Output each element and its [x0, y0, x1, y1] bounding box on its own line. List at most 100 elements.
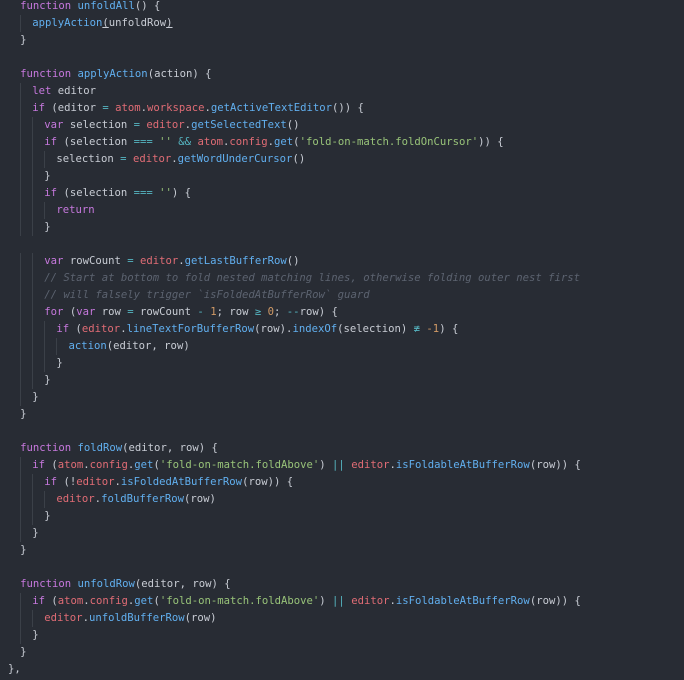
code-token: action [68, 340, 107, 352]
code-token: editor [351, 595, 390, 607]
code-line[interactable]: function foldRow(editor, row) { [0, 440, 684, 457]
code-token: () [286, 255, 300, 267]
code-line[interactable]: } [0, 644, 684, 661]
code-line[interactable]: var rowCount = editor.getLastBufferRow() [0, 253, 684, 270]
code-token: } [20, 646, 27, 658]
code-line[interactable]: if (!editor.isFoldedAtBufferRow(row)) { [0, 474, 684, 491]
code-token: // Start at bottom to fold nested matchi… [44, 272, 581, 284]
code-line[interactable]: } [0, 406, 684, 423]
code-line[interactable] [0, 49, 684, 66]
code-token: for [44, 306, 64, 318]
code-line[interactable]: } [0, 627, 684, 644]
code-line[interactable]: if (atom.config.get('fold-on-match.foldA… [0, 457, 684, 474]
code-token: (editor, row) [106, 340, 190, 352]
indent-guide [32, 134, 34, 151]
code-line[interactable]: } [0, 32, 684, 49]
code-line[interactable]: editor.foldBufferRow(row) [0, 491, 684, 508]
code-token: (editor [44, 102, 103, 114]
code-line[interactable]: function applyAction(action) { [0, 66, 684, 83]
code-token: ( [44, 595, 58, 607]
indent-guide [44, 491, 46, 508]
code-line[interactable] [0, 423, 684, 440]
code-line[interactable]: } [0, 372, 684, 389]
code-token: 'fold-on-match.foldOnCursor' [299, 136, 479, 148]
code-line[interactable]: if (selection === '' && atom.config.get(… [0, 134, 684, 151]
code-token: unfoldRow [108, 17, 167, 29]
code-line[interactable]: function unfoldRow(editor, row) { [0, 576, 684, 593]
code-token: config [89, 595, 128, 607]
code-token: atom [57, 459, 84, 471]
code-line[interactable]: } [0, 168, 684, 185]
code-token: editor [132, 153, 172, 165]
code-line[interactable]: } [0, 389, 684, 406]
code-token: ( [63, 306, 77, 318]
indent-guide [20, 202, 22, 219]
code-token: getSelectedText [191, 119, 287, 131]
code-editor[interactable]: function unfoldAll() {applyAction(unfold… [0, 0, 684, 680]
code-token: ; row [216, 306, 255, 318]
code-line[interactable]: }, [0, 661, 684, 678]
code-token: atom [115, 102, 141, 114]
code-token: if [32, 102, 45, 114]
code-token: () { [134, 0, 161, 12]
code-token: var [44, 255, 64, 267]
code-line[interactable] [0, 236, 684, 253]
code-token: getWordUnderCursor [177, 153, 293, 165]
code-line[interactable]: // will falsely trigger `isFoldedAtBuffe… [0, 287, 684, 304]
code-line[interactable]: } [0, 355, 684, 372]
code-line[interactable]: } [0, 525, 684, 542]
code-token: (editor, row) { [134, 578, 231, 590]
indent-guide [56, 338, 58, 355]
indent-guide [20, 627, 22, 644]
indent-guide [20, 168, 22, 185]
code-token: editor [146, 119, 185, 131]
code-token: getActiveTextEditor [210, 102, 333, 114]
code-line[interactable]: // Start at bottom to fold nested matchi… [0, 270, 684, 287]
code-token: return [56, 204, 95, 216]
code-token: isFoldableAtBufferRow [395, 459, 530, 471]
code-token: || [332, 459, 345, 471]
code-line[interactable]: var selection = editor.getSelectedText() [0, 117, 684, 134]
code-token: editor [44, 612, 83, 624]
code-token: } [32, 629, 39, 641]
code-line[interactable]: applyAction(unfoldRow) [0, 15, 684, 32]
code-line[interactable]: } [0, 542, 684, 559]
indent-guide [20, 491, 22, 508]
code-line[interactable] [0, 559, 684, 576]
code-line[interactable]: action(editor, row) [0, 338, 684, 355]
code-token: (selection) [337, 323, 414, 335]
indent-guide [32, 202, 34, 219]
indent-guide [44, 151, 46, 168]
code-line[interactable]: if (editor = atom.workspace.getActiveTex… [0, 100, 684, 117]
code-token: if [44, 136, 58, 148]
code-token: && [178, 136, 192, 148]
code-line[interactable]: selection = editor.getWordUnderCursor() [0, 151, 684, 168]
indent-guide [20, 219, 22, 236]
code-token: lineTextForBufferRow [126, 323, 255, 335]
code-token: applyAction [77, 68, 148, 80]
code-line[interactable]: for (var row = rowCount - 1; row ≥ 0; --… [0, 304, 684, 321]
code-token: (action) { [147, 68, 212, 80]
code-line[interactable]: function unfoldAll() { [0, 0, 684, 15]
indent-guide [32, 287, 34, 304]
code-line[interactable]: editor.unfoldBufferRow(row) [0, 610, 684, 627]
code-token: selection [63, 119, 134, 131]
code-token: editor [351, 459, 390, 471]
code-line[interactable]: if (selection === '') { [0, 185, 684, 202]
code-line[interactable]: if (atom.config.get('fold-on-match.foldA… [0, 593, 684, 610]
code-token: () [286, 119, 300, 131]
code-line[interactable]: return [0, 202, 684, 219]
indent-guide [44, 321, 46, 338]
code-token: var [76, 306, 96, 318]
code-line[interactable]: } [0, 508, 684, 525]
code-line[interactable]: } [0, 219, 684, 236]
indent-guide [20, 389, 22, 406]
code-line[interactable]: let editor [0, 83, 684, 100]
code-token: if [44, 187, 58, 199]
code-token: ) [166, 17, 173, 29]
indent-guide [20, 525, 22, 542]
indent-guide [32, 474, 34, 491]
indent-guide [32, 185, 34, 202]
code-line[interactable]: if (editor.lineTextForBufferRow(row).ind… [0, 321, 684, 338]
indent-guide [32, 355, 34, 372]
